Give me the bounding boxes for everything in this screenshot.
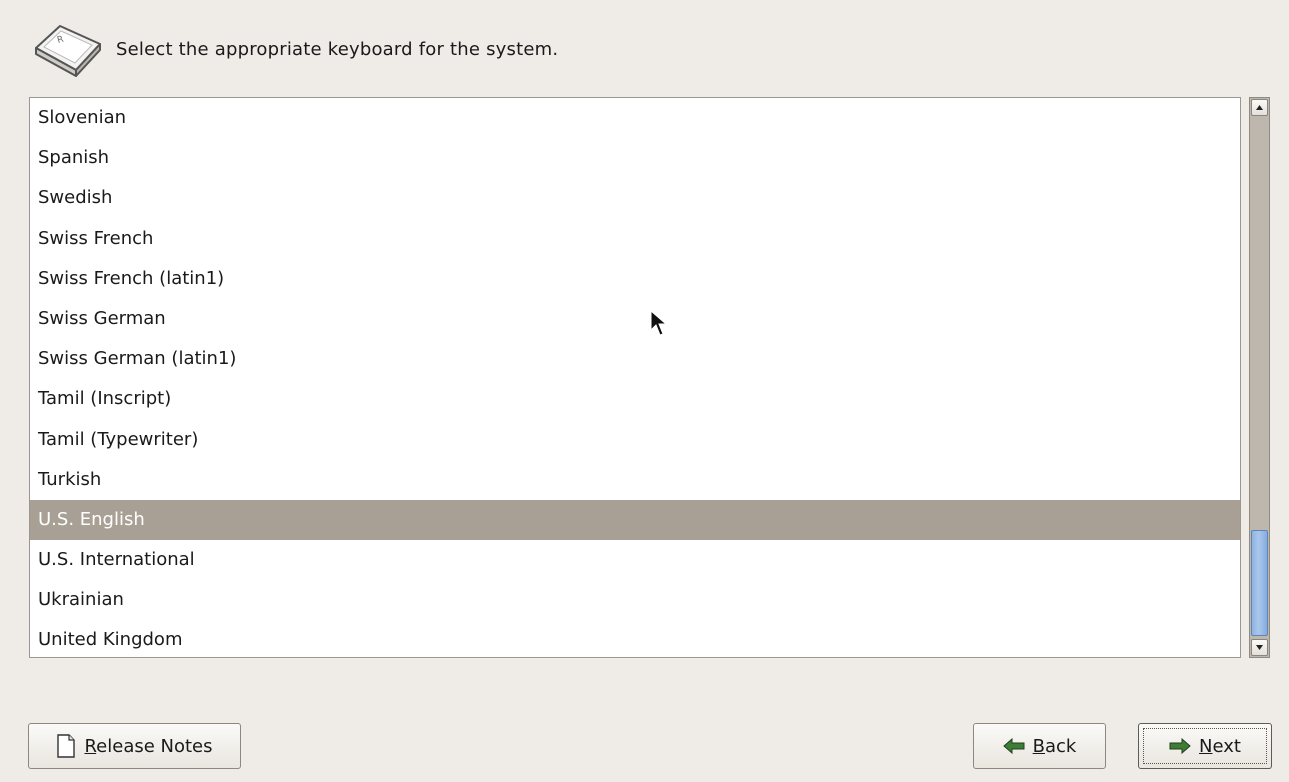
list-item[interactable]: Slovenian bbox=[30, 98, 1240, 138]
vertical-scrollbar[interactable] bbox=[1249, 97, 1270, 658]
scroll-up-button[interactable] bbox=[1251, 99, 1268, 116]
arrow-up-icon bbox=[1256, 105, 1263, 110]
list-item[interactable]: Swiss German bbox=[30, 299, 1240, 339]
list-item[interactable]: Turkish bbox=[30, 460, 1240, 500]
list-item[interactable]: Swiss French bbox=[30, 219, 1240, 259]
page-instruction: Select the appropriate keyboard for the … bbox=[116, 38, 559, 60]
arrow-down-icon bbox=[1256, 645, 1263, 650]
header: R Select the appropriate keyboard for th… bbox=[30, 18, 558, 80]
keyboard-selection-screen: R Select the appropriate keyboard for th… bbox=[0, 0, 1289, 782]
list-item[interactable]: Swedish bbox=[30, 178, 1240, 218]
keyboard-key-icon: R bbox=[35, 25, 101, 77]
list-item[interactable]: United Kingdom bbox=[30, 620, 1240, 657]
arrow-left-icon bbox=[1002, 738, 1025, 754]
list-item[interactable]: Swiss French (latin1) bbox=[30, 259, 1240, 299]
back-label: Back bbox=[1032, 735, 1077, 757]
mouse-pointer-icon bbox=[650, 310, 668, 336]
list-item[interactable]: Spanish bbox=[30, 138, 1240, 178]
list-item[interactable]: U.S. English bbox=[30, 499, 1240, 541]
list-item[interactable]: U.S. International bbox=[30, 540, 1240, 580]
document-icon bbox=[56, 734, 76, 758]
back-button[interactable]: Back bbox=[973, 723, 1106, 769]
scroll-down-button[interactable] bbox=[1251, 639, 1268, 656]
list-item[interactable]: Ukrainian bbox=[30, 580, 1240, 620]
release-notes-button[interactable]: Release Notes bbox=[28, 723, 241, 769]
list-item[interactable]: Tamil (Typewriter) bbox=[30, 420, 1240, 460]
arrow-right-icon bbox=[1169, 738, 1191, 754]
next-button[interactable]: Next bbox=[1138, 723, 1272, 769]
next-label: Next bbox=[1199, 735, 1241, 757]
release-notes-label: Release Notes bbox=[84, 735, 213, 757]
scroll-thumb[interactable] bbox=[1251, 530, 1268, 636]
list-item[interactable]: Swiss German (latin1) bbox=[30, 339, 1240, 379]
list-item[interactable]: Tamil (Inscript) bbox=[30, 379, 1240, 419]
keyboard-list[interactable]: Slovenian Spanish Swedish Swiss French Swiss… bbox=[29, 97, 1241, 658]
